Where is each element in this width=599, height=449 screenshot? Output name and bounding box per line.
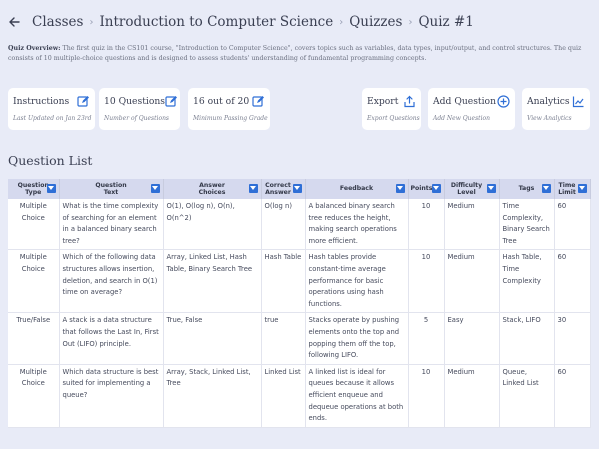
cell-correct-answer: true [261,312,306,365]
cell-answer-choices: Array, Linked List, Hash Table, Binary S… [163,249,262,314]
cell-question-text: Which data structure is best suited for … [59,364,164,428]
cell-difficulty: Medium [444,364,500,428]
export-card[interactable]: Export Export Questions [362,88,421,130]
filter-icon[interactable] [395,184,405,193]
edit-icon[interactable] [252,95,265,108]
cell-question-type: True/False [8,312,60,365]
table-header-row: Question Type Question Text Answer Choic… [8,179,591,199]
header-tags[interactable]: Tags [499,179,555,199]
quiz-overview: Quiz Overview: The first quiz in the CS1… [8,44,592,64]
analytics-subtitle: View Analytics [527,115,572,122]
cell-points: 10 [408,249,445,314]
breadcrumb-separator-icon: › [408,16,413,28]
edit-icon[interactable] [165,95,178,108]
cell-question-type: Multiple Choice [8,249,60,314]
cell-time-limit: 30 [554,312,591,365]
cell-difficulty: Easy [444,312,500,365]
cell-feedback: Hash tables provide constant-time averag… [305,249,409,314]
filter-icon[interactable] [577,184,587,193]
analytics-card[interactable]: Analytics View Analytics [522,88,590,130]
back-arrow-icon[interactable] [8,15,22,29]
filter-icon[interactable] [431,184,441,193]
cell-tags: Queue, Linked List [499,364,555,428]
table-row[interactable]: Multiple Choice What is the time complex… [8,199,591,251]
add-question-card[interactable]: Add Question Add New Question [428,88,515,130]
quiz-overview-text: The first quiz in the CS101 course, "Int… [8,45,582,62]
cell-tags: Hash Table, Time Complexity [499,249,555,314]
filter-icon[interactable] [248,184,258,193]
cell-question-type: Multiple Choice [8,364,60,428]
breadcrumb-separator-icon: › [89,16,94,28]
cell-feedback: A linked list is ideal for queues becaus… [305,364,409,428]
table-row[interactable]: Multiple Choice Which data structure is … [8,364,591,428]
breadcrumb-quiz: Quiz #1 [418,14,474,30]
cell-answer-choices: Array, Stack, Linked List, Tree [163,364,262,428]
cell-feedback: A balanced binary search tree reduces th… [305,199,409,251]
questions-card[interactable]: 10 Questions Number of Questions [99,88,180,130]
chart-icon[interactable] [572,95,585,108]
header-time-limit[interactable]: Time Limit [554,179,591,199]
instructions-subtitle: Last Updated on Jan 23rd [13,115,92,122]
passing-grade-title: 16 out of 20 [193,95,250,107]
header-points[interactable]: Points [408,179,445,199]
cell-answer-choices: O(1), O(log n), O(n), O(n^2) [163,199,262,251]
cell-time-limit: 60 [554,364,591,428]
cell-question-text: What is the time complexity of searching… [59,199,164,251]
cell-correct-answer: O(log n) [261,199,306,251]
header-correct-answer[interactable]: Correct Answer [261,179,306,199]
cell-difficulty: Medium [444,199,500,251]
passing-grade-subtitle: Minimum Passing Grade [193,115,268,122]
cell-tags: Time Complexity, Binary Search Tree [499,199,555,251]
cell-question-type: Multiple Choice [8,199,60,251]
edit-icon[interactable] [77,95,90,108]
cell-time-limit: 60 [554,249,591,314]
plus-circle-icon[interactable] [497,94,510,108]
cell-difficulty: Medium [444,249,500,314]
cell-tags: Stack, LIFO [499,312,555,365]
quiz-overview-label: Quiz Overview: [8,45,61,52]
breadcrumb: Classes › Introduction to Computer Scien… [8,12,474,32]
cell-points: 5 [408,312,445,365]
cell-time-limit: 60 [554,199,591,251]
header-feedback[interactable]: Feedback [305,179,409,199]
share-icon[interactable] [403,95,416,108]
breadcrumb-course[interactable]: Introduction to Computer Science [99,14,333,30]
filter-icon[interactable] [541,184,551,193]
cell-correct-answer: Linked List [261,364,306,428]
breadcrumb-separator-icon: › [339,16,344,28]
instructions-title: Instructions [13,95,70,107]
cell-correct-answer: Hash Table [261,249,306,314]
questions-subtitle: Number of Questions [104,115,170,122]
table-row[interactable]: Multiple Choice Which of the following d… [8,249,591,314]
question-list-title: Question List [8,153,93,168]
cell-question-text: Which of the following data structures a… [59,249,164,314]
header-difficulty-level[interactable]: Difficulty Level [444,179,500,199]
cell-points: 10 [408,364,445,428]
header-question-type[interactable]: Question Type [8,179,60,199]
export-title: Export [367,95,399,107]
passing-grade-card[interactable]: 16 out of 20 Minimum Passing Grade [188,88,270,130]
filter-icon[interactable] [150,184,160,193]
filter-icon[interactable] [46,184,56,193]
cell-feedback: Stacks operate by pushing elements onto … [305,312,409,365]
filter-icon[interactable] [486,184,496,193]
instructions-card[interactable]: Instructions Last Updated on Jan 23rd [8,88,95,130]
cell-answer-choices: True, False [163,312,262,365]
cell-points: 10 [408,199,445,251]
breadcrumb-quizzes[interactable]: Quizzes [349,14,402,30]
header-answer-choices[interactable]: Answer Choices [163,179,262,199]
question-table: Question Type Question Text Answer Choic… [8,179,591,428]
filter-icon[interactable] [292,184,302,193]
questions-title: 10 Questions [104,95,166,107]
analytics-title: Analytics [527,95,570,107]
table-row[interactable]: True/False A stack is a data structure t… [8,312,591,365]
header-question-text[interactable]: Question Text [59,179,164,199]
add-question-subtitle: Add New Question [433,115,490,122]
cell-question-text: A stack is a data structure that follows… [59,312,164,365]
add-question-title: Add Question [433,95,496,107]
export-subtitle: Export Questions [367,115,420,122]
breadcrumb-classes[interactable]: Classes [32,14,83,30]
